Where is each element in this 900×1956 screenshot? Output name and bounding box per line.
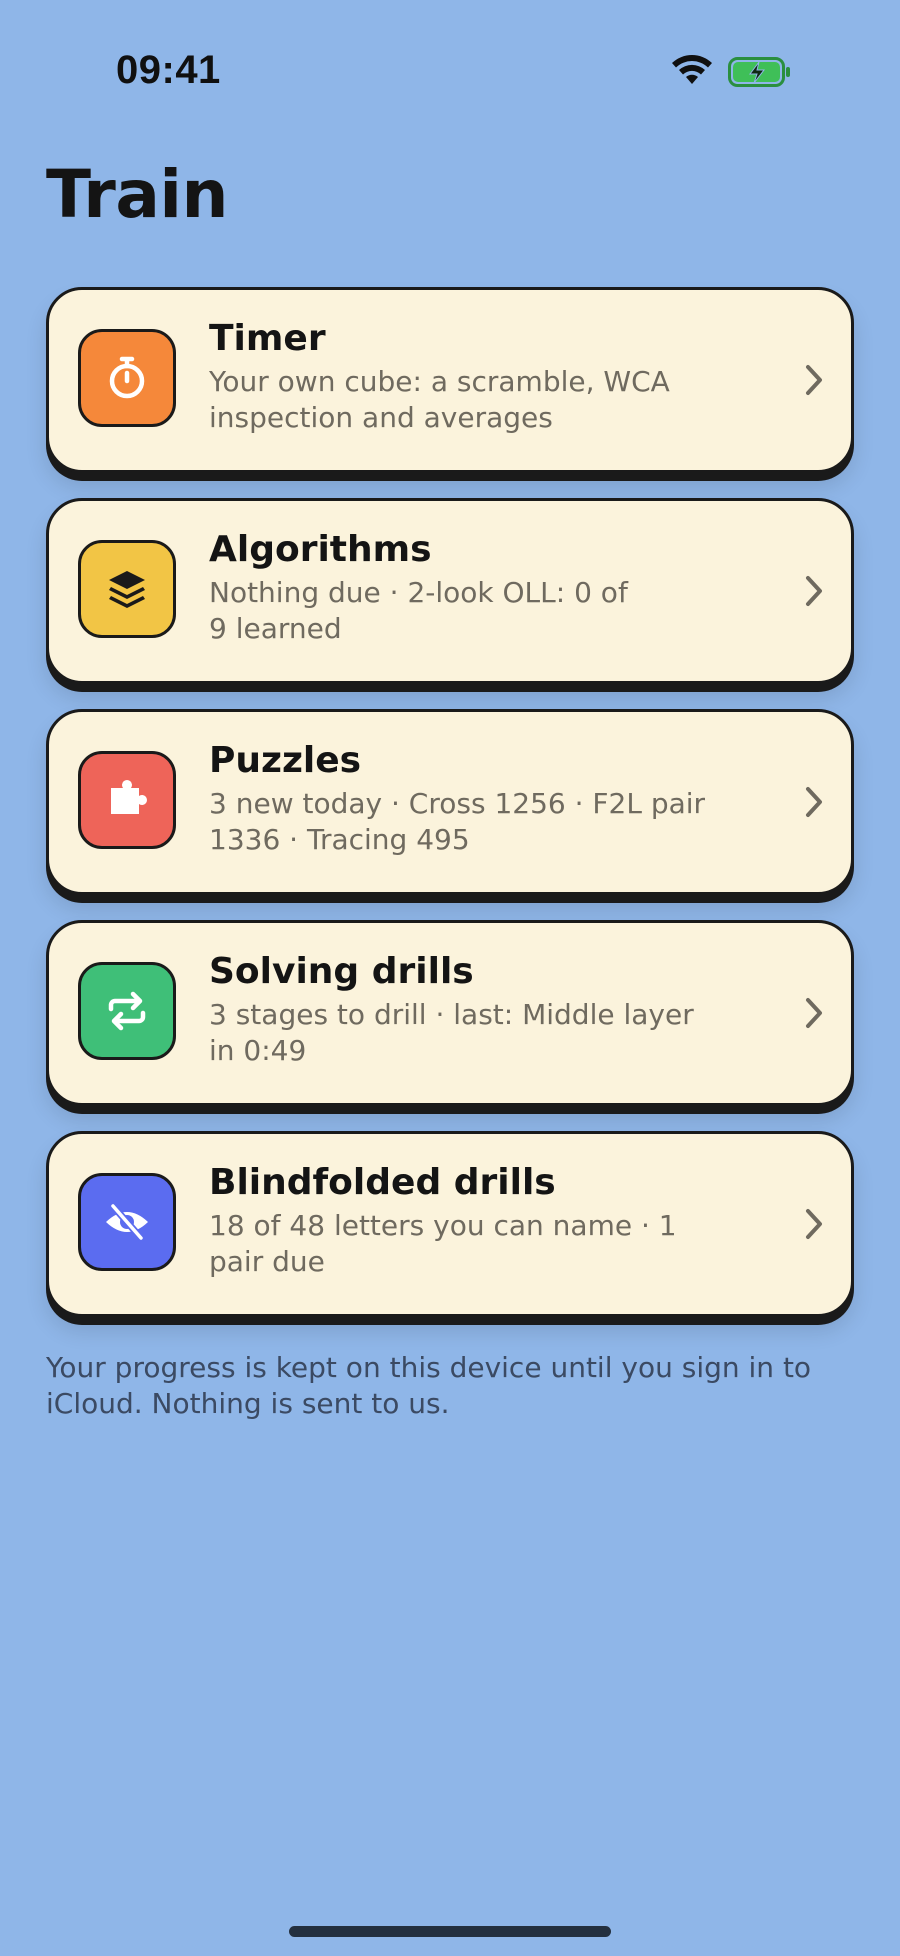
card-subtitle-line: inspection and averages: [209, 401, 553, 434]
card-subtitle-line: Your own cube: a scramble, WCA: [209, 365, 670, 398]
puzzles-icon-tile: [78, 751, 176, 849]
repeat-arrows-icon: [108, 991, 146, 1031]
card-subtitle: 3 new today · Cross 1256 · F2L pair 1336…: [209, 786, 769, 858]
card-subtitle-line: in 0:49: [209, 1034, 307, 1067]
timer-card-text: Timer Your own cube: a scramble, WCA ins…: [209, 316, 769, 436]
wifi-icon: [672, 55, 712, 84]
home-indicator[interactable]: [289, 1926, 611, 1937]
blindfolded-drills-card-text: Blindfolded drills 18 of 48 letters you …: [209, 1160, 769, 1280]
page-title: Train: [46, 156, 228, 233]
algorithms-icon-tile: [78, 540, 176, 638]
card-title: Puzzles: [209, 740, 362, 781]
blindfolded-drills-card[interactable]: Blindfolded drills 18 of 48 letters you …: [46, 1131, 854, 1317]
solving-drills-icon-tile: [78, 962, 176, 1060]
card-title: Blindfolded drills: [209, 1162, 556, 1203]
algorithms-card[interactable]: Algorithms Nothing due · 2-look OLL: 0 o…: [46, 498, 854, 684]
solving-drills-card[interactable]: Solving drills 3 stages to drill · last:…: [46, 920, 854, 1106]
privacy-note: Your progress is kept on this device unt…: [46, 1350, 866, 1422]
status-bar: 09:41: [0, 0, 900, 150]
status-time: 09:41: [116, 48, 221, 92]
card-subtitle: Your own cube: a scramble, WCA inspectio…: [209, 364, 769, 436]
training-menu: Timer Your own cube: a scramble, WCA ins…: [46, 287, 854, 1342]
card-title: Solving drills: [209, 951, 474, 992]
card-title: Algorithms: [209, 529, 432, 570]
privacy-note-line: Your progress is kept on this device unt…: [46, 1351, 812, 1384]
privacy-note-line: iCloud. Nothing is sent to us.: [46, 1387, 450, 1420]
card-subtitle-line: pair due: [209, 1245, 325, 1278]
stopwatch-icon: [109, 356, 145, 399]
card-subtitle: 18 of 48 letters you can name · 1 pair d…: [209, 1208, 769, 1280]
chevron-right-icon: [806, 365, 822, 395]
puzzles-card-text: Puzzles 3 new today · Cross 1256 · F2L p…: [209, 738, 769, 858]
chevron-right-icon: [806, 1209, 822, 1239]
blindfolded-drills-icon-tile: [78, 1173, 176, 1271]
card-subtitle-line: Nothing due · 2-look OLL: 0 of: [209, 576, 628, 609]
timer-card[interactable]: Timer Your own cube: a scramble, WCA ins…: [46, 287, 854, 473]
algorithms-card-text: Algorithms Nothing due · 2-look OLL: 0 o…: [209, 527, 769, 647]
card-subtitle-line: 1336 · Tracing 495: [209, 823, 470, 856]
card-subtitle: Nothing due · 2-look OLL: 0 of 9 learned: [209, 575, 769, 647]
card-title: Timer: [209, 318, 326, 359]
battery-icon: [728, 57, 790, 87]
card-subtitle: 3 stages to drill · last: Middle layer i…: [209, 997, 769, 1069]
card-subtitle-line: 9 learned: [209, 612, 342, 645]
puzzles-card[interactable]: Puzzles 3 new today · Cross 1256 · F2L p…: [46, 709, 854, 895]
timer-icon-tile: [78, 329, 176, 427]
chevron-right-icon: [806, 787, 822, 817]
card-subtitle-line: 3 new today · Cross 1256 · F2L pair: [209, 787, 706, 820]
card-subtitle-line: 18 of 48 letters you can name · 1: [209, 1209, 677, 1242]
puzzle-piece-icon: [111, 780, 147, 814]
eye-slash-icon: [106, 1202, 148, 1242]
chevron-right-icon: [806, 576, 822, 606]
solving-drills-card-text: Solving drills 3 stages to drill · last:…: [209, 949, 769, 1069]
card-subtitle-line: 3 stages to drill · last: Middle layer: [209, 998, 694, 1031]
layers-icon: [109, 571, 145, 608]
chevron-right-icon: [806, 998, 822, 1028]
